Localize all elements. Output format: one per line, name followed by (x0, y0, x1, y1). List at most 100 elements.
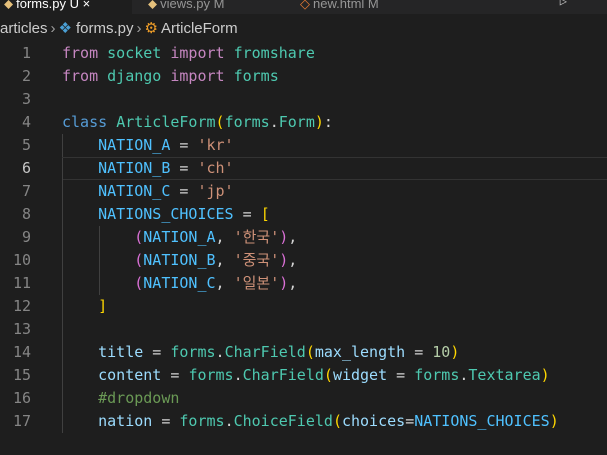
tab-status: M (209, 0, 225, 11)
code-line[interactable]: 2 from django import forms (0, 65, 607, 88)
code-line[interactable]: 1 from socket import fromshare (0, 42, 607, 65)
code-text: #dropdown (62, 387, 607, 410)
class-symbol-icon: ⚙ (144, 20, 158, 37)
code-token: 'jp' (197, 182, 234, 200)
code-token: , (215, 274, 234, 292)
code-text: ] (62, 295, 607, 318)
code-token: ) (279, 274, 289, 292)
code-token: . (215, 343, 225, 361)
code-token: ) (314, 113, 324, 131)
code-line[interactable]: 4 class ArticleForm(forms.Form): (0, 111, 607, 134)
code-token: '중국' (233, 251, 280, 269)
indent-guide (62, 387, 63, 410)
code-token: from (62, 44, 99, 62)
code-line[interactable]: 6 NATION_B = 'ch' (0, 157, 607, 181)
code-token: : (323, 113, 333, 131)
code-text: from django import forms (62, 65, 607, 88)
code-line[interactable]: 3 (0, 88, 607, 111)
code-line[interactable]: 12 ] (0, 295, 607, 318)
code-token: django (107, 67, 162, 85)
code-line[interactable]: 17 nation = forms.ChoiceField(choices=NA… (0, 410, 607, 433)
tab-forms-py[interactable]: ⬥ forms.py U × (0, 0, 132, 14)
code-token: ( (134, 274, 144, 292)
code-token: forms (414, 366, 460, 384)
code-token: '한국' (233, 228, 280, 246)
indent-guide (99, 272, 100, 295)
indent-guide (62, 295, 63, 318)
line-number: 16 (12, 389, 31, 407)
code-token: ] (98, 297, 108, 315)
code-line[interactable]: 13 (0, 318, 607, 341)
code-token: content (98, 366, 162, 384)
code-token: , (288, 228, 298, 246)
code-token: class (62, 113, 108, 131)
indent-guide (62, 410, 63, 433)
code-token: = (161, 366, 189, 384)
code-token: = (387, 366, 415, 384)
code-text: title = forms.CharField(max_length = 10) (62, 341, 607, 364)
code-text: from socket import fromshare (62, 42, 607, 65)
indent-guide (62, 249, 63, 272)
breadcrumb-file[interactable]: forms.py (76, 20, 134, 37)
run-icon[interactable]: ▷ (560, 0, 567, 8)
tab-label: forms.py (16, 0, 66, 11)
code-token: NATION_C (143, 274, 216, 292)
code-token: forms (224, 113, 270, 131)
code-token: ) (279, 251, 289, 269)
indent-guide (62, 203, 63, 226)
indent-guide (99, 226, 100, 249)
code-line[interactable]: 14 title = forms.CharField(max_length = … (0, 341, 607, 364)
code-line[interactable]: 11 (NATION_C, '일본'), (0, 272, 607, 295)
code-line[interactable]: 8 NATIONS_CHOICES = [ (0, 203, 607, 226)
indent-guide (62, 364, 63, 387)
line-number: 8 (21, 205, 31, 223)
line-number: 7 (21, 182, 31, 200)
code-line[interactable]: 10 (NATION_B, '중국'), (0, 249, 607, 272)
code-token: ) (540, 366, 550, 384)
code-text: content = forms.CharField(widget = forms… (62, 364, 607, 387)
indent-guide (62, 318, 63, 341)
code-text: (NATION_B, '중국'), (62, 249, 607, 272)
code-token: max_length (314, 343, 406, 361)
code-token: forms (170, 343, 216, 361)
line-number: 11 (12, 274, 31, 292)
code-line[interactable]: 7 NATION_C = 'jp' (0, 180, 607, 203)
tab-views-py[interactable]: ⬥ views.py M (148, 0, 268, 14)
breadcrumb-folder[interactable]: articles (0, 20, 48, 37)
code-token: = (405, 412, 415, 430)
code-token: [ (260, 205, 270, 223)
code-token: . (269, 113, 279, 131)
code-line[interactable]: 16 #dropdown (0, 387, 607, 410)
code-token: title (98, 343, 144, 361)
code-token: fromshare (233, 44, 315, 62)
code-token: 10 (432, 343, 451, 361)
code-token: forms (188, 366, 234, 384)
line-number: 17 (12, 412, 31, 430)
code-line[interactable]: 9 (NATION_A, '한국'), (0, 226, 607, 249)
code-text (62, 318, 607, 341)
code-editor[interactable]: 1 from socket import fromshare 2 from djang… (0, 41, 607, 455)
code-token: NATIONS_CHOICES (414, 412, 550, 430)
code-line[interactable]: 5 NATION_A = 'kr' (0, 134, 607, 157)
code-token: = (405, 343, 433, 361)
code-token: NATIONS_CHOICES (98, 205, 234, 223)
indent-guide (62, 226, 63, 249)
code-line[interactable]: 15 content = forms.CharField(widget = fo… (0, 364, 607, 387)
breadcrumb: articles › ❖ forms.py › ⚙ ArticleForm (0, 18, 607, 40)
indent-guide (62, 158, 63, 181)
code-token: ) (450, 343, 460, 361)
breadcrumb-symbol[interactable]: ArticleForm (161, 20, 238, 37)
code-token: Form (278, 113, 315, 131)
tab-new-html[interactable]: ◇ new.html M (300, 0, 420, 14)
code-token: = (170, 159, 198, 177)
line-number: 1 (21, 44, 31, 62)
